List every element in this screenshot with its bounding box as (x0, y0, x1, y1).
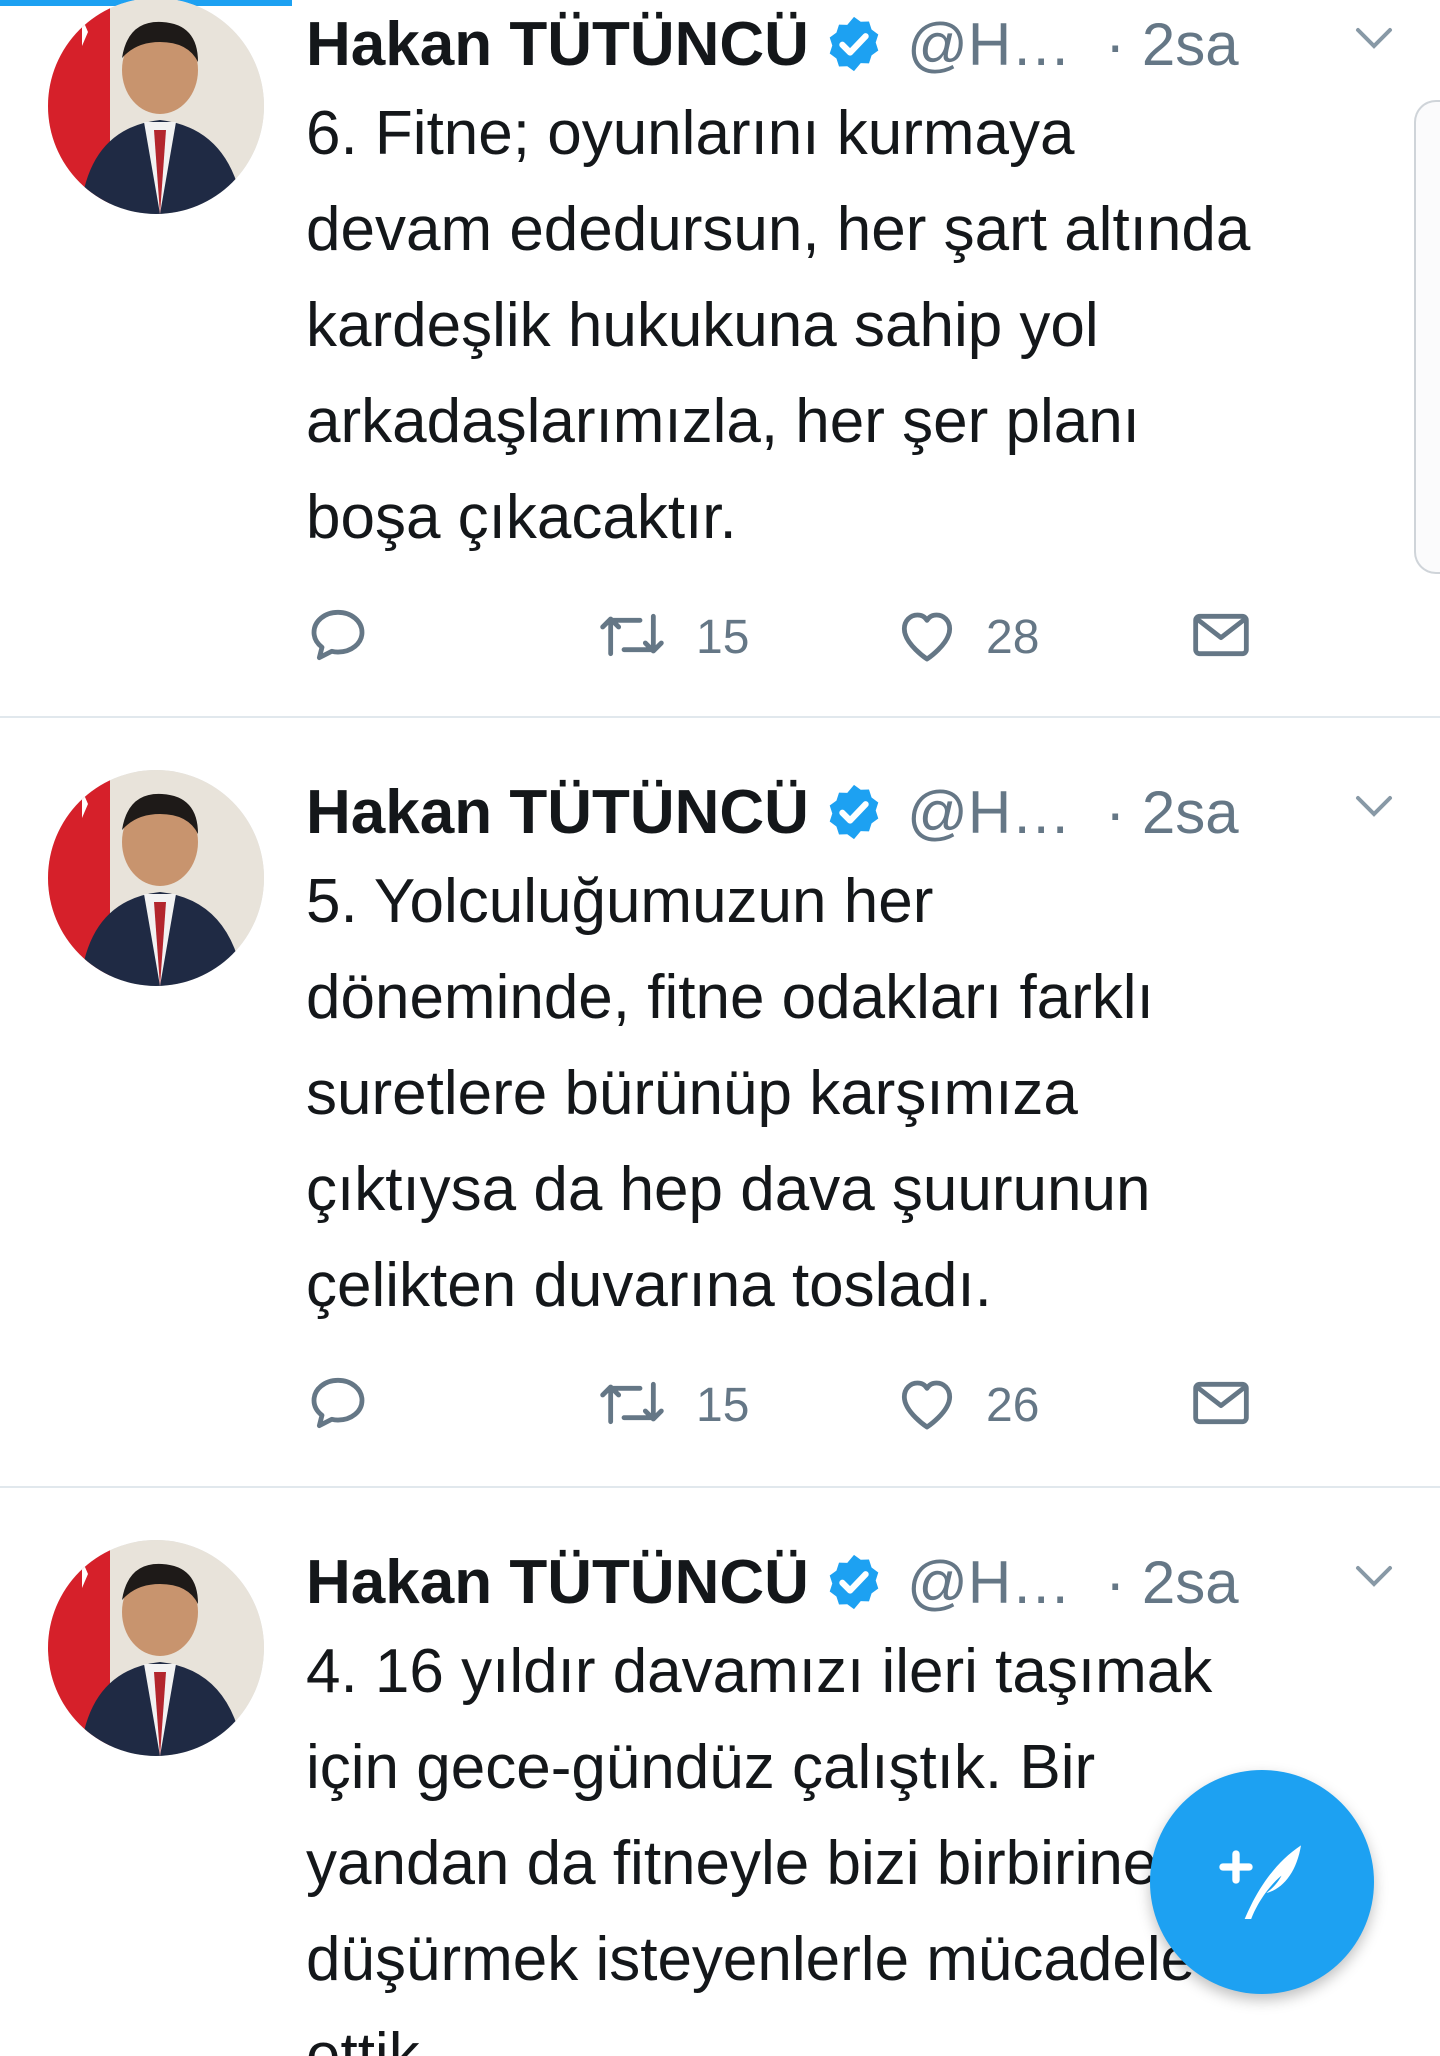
heart-icon (894, 1371, 960, 1440)
author-name[interactable]: Hakan TÜTÜNCÜ (306, 9, 809, 80)
retweet-icon (594, 603, 670, 672)
tweet-timestamp[interactable]: · 2sa (1105, 1548, 1238, 1617)
tweet-header: Hakan TÜTÜNCÜ @H… · 2sa (306, 1546, 1416, 1618)
verified-badge-icon (823, 13, 885, 75)
tweet-text: 6. Fitne; oyunlarını kurmaya devam ededu… (306, 99, 1251, 552)
author-name[interactable]: Hakan TÜTÜNCÜ (306, 1547, 809, 1618)
retweet-count: 15 (696, 1378, 750, 1432)
tweet-text: 5. Yolculuğumuzun her döneminde, fitne o… (306, 867, 1154, 1320)
verified-badge-icon (823, 1551, 885, 1613)
chevron-down-icon[interactable] (1354, 24, 1394, 52)
compose-tweet-icon (1210, 1828, 1314, 1937)
retweet-icon (594, 1371, 670, 1440)
compose-tweet-button[interactable] (1150, 1770, 1374, 1994)
tweet-timestamp[interactable]: · 2sa (1105, 10, 1238, 79)
tweet-timestamp[interactable]: · 2sa (1105, 778, 1238, 847)
avatar[interactable] (48, 1540, 264, 1756)
tweet-header: Hakan TÜTÜNCÜ @H… · 2sa (306, 776, 1416, 848)
like-button[interactable]: 26 (894, 1370, 1039, 1440)
heart-icon (894, 603, 960, 672)
tweet-actions: 15 28 (306, 602, 1256, 672)
author-handle[interactable]: @H… (907, 1548, 1071, 1617)
retweet-button[interactable]: 15 (594, 602, 749, 672)
author-handle[interactable]: @H… (907, 778, 1071, 847)
tweet-2[interactable]: Hakan TÜTÜNCÜ @H… · 2sa 5. Yolculuğumuzu… (0, 718, 1440, 1486)
like-count: 26 (986, 1378, 1040, 1432)
reply-icon (306, 603, 370, 672)
like-button[interactable]: 28 (894, 602, 1039, 672)
tweet-1[interactable]: Hakan TÜTÜNCÜ @H… · 2sa 6. Fitne; oyunla… (0, 0, 1440, 716)
chevron-down-icon[interactable] (1354, 792, 1394, 820)
envelope-icon (1188, 603, 1254, 672)
chevron-down-icon[interactable] (1354, 1562, 1394, 1590)
reply-button[interactable] (306, 602, 370, 672)
verified-badge-icon (823, 781, 885, 843)
reply-icon (306, 1371, 370, 1440)
retweet-count: 15 (696, 610, 750, 664)
like-count: 28 (986, 610, 1040, 664)
tweet-header: Hakan TÜTÜNCÜ @H… · 2sa (306, 8, 1416, 80)
tweet-actions: 15 26 (306, 1370, 1256, 1440)
avatar[interactable] (48, 770, 264, 986)
retweet-button[interactable]: 15 (594, 1370, 749, 1440)
author-name[interactable]: Hakan TÜTÜNCÜ (306, 777, 809, 848)
reply-button[interactable] (306, 1370, 370, 1440)
direct-message-button[interactable] (1188, 1370, 1254, 1440)
direct-message-button[interactable] (1188, 602, 1254, 672)
author-handle[interactable]: @H… (907, 10, 1071, 79)
avatar[interactable] (48, 0, 264, 214)
envelope-icon (1188, 1371, 1254, 1440)
